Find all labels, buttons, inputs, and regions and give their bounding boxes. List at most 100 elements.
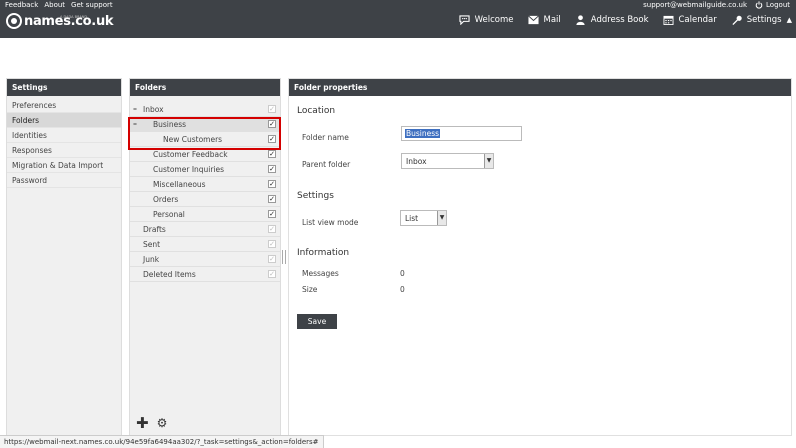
collapse-icon[interactable]: – [133, 104, 137, 113]
subscribe-checkbox[interactable]: ✓ [268, 195, 276, 203]
folder-label: Drafts [143, 225, 166, 234]
get-support-link[interactable]: Get support [71, 1, 113, 9]
subscribe-checkbox: ✓ [268, 270, 276, 278]
subscribe-checkbox[interactable]: ✓ [268, 150, 276, 158]
logo-mark-icon [6, 13, 22, 29]
person-icon [576, 15, 585, 25]
logout-label: Logout [766, 1, 790, 9]
chevron-down-icon: ▼ [437, 211, 446, 225]
folder-label: Sent [143, 240, 161, 249]
folder-label: Junk [143, 255, 160, 264]
chevron-up-icon: ▲ [786, 16, 792, 24]
nav-settings[interactable]: Settings ▲ [731, 15, 792, 25]
folder-row-orders[interactable]: Orders ✓ [130, 192, 280, 207]
account-area: support@webmailguide.co.uk Logout [643, 1, 790, 9]
top-links: Feedback About Get support [5, 1, 113, 9]
subscribe-checkbox: ✓ [268, 255, 276, 263]
nav-address-book[interactable]: Address Book [575, 15, 649, 25]
folder-name-input[interactable]: Business [401, 126, 522, 141]
settings-item-identities[interactable]: Identities [7, 128, 121, 143]
folder-row-inbox[interactable]: – Inbox ✓ [130, 102, 280, 117]
folders-panel-title: Folders [130, 79, 280, 96]
settings-item-responses[interactable]: Responses [7, 143, 121, 158]
folder-label: New Customers [163, 135, 223, 144]
nav-welcome[interactable]: Welcome [459, 15, 514, 25]
folder-row-customer-inquiries[interactable]: Customer Inquiries ✓ [130, 162, 280, 177]
nav-mail[interactable]: Mail [527, 15, 561, 25]
wrench-icon [732, 15, 742, 25]
folder-row-miscellaneous[interactable]: Miscellaneous ✓ [130, 177, 280, 192]
folder-row-personal[interactable]: Personal ✓ [130, 207, 280, 222]
folder-name-value: Business [405, 129, 441, 138]
folder-label: Deleted Items [143, 270, 196, 279]
mail-icon [527, 15, 539, 25]
settings-item-preferences[interactable]: Preferences [7, 98, 121, 113]
panel-splitter[interactable] [282, 250, 286, 264]
folder-row-deleted-items[interactable]: Deleted Items ✓ [130, 267, 280, 282]
folder-row-drafts[interactable]: Drafts ✓ [130, 222, 280, 237]
folder-list: – Inbox ✓ – Business ✓ New Customers ✓ C… [130, 102, 280, 282]
messages-value: 0 [400, 269, 405, 278]
nav-calendar-label: Calendar [678, 15, 717, 25]
nav-mail-label: Mail [543, 15, 561, 25]
folder-row-junk[interactable]: Junk ✓ [130, 252, 280, 267]
calendar-icon [663, 15, 673, 25]
account-email: support@webmailguide.co.uk [643, 1, 748, 9]
settings-item-password[interactable]: Password [7, 173, 121, 188]
folders-panel: Folders – Inbox ✓ – Business ✓ New Custo… [129, 78, 281, 436]
parent-folder-select[interactable]: Inbox ▼ [401, 153, 494, 169]
top-bar: Feedback About Get support support@webma… [0, 0, 796, 38]
folder-label: Miscellaneous [153, 180, 206, 189]
subscribe-checkbox[interactable]: ✓ [268, 210, 276, 218]
nav-settings-label: Settings [746, 15, 782, 25]
settings-item-migration[interactable]: Migration & Data Import [7, 158, 121, 173]
feedback-link[interactable]: Feedback [5, 1, 38, 9]
settings-list: Preferences Folders Identities Responses… [7, 98, 121, 188]
parent-folder-label: Parent folder [302, 160, 351, 169]
settings-item-folders[interactable]: Folders [7, 113, 121, 128]
subscribe-checkbox[interactable]: ✓ [268, 180, 276, 188]
folders-footer: ✚ ⚙ [136, 416, 168, 431]
folder-label: Customer Feedback [153, 150, 228, 159]
subscribe-checkbox: ✓ [268, 105, 276, 113]
logo-subtitle: A DADA BRAND [60, 15, 88, 19]
settings-heading: Settings [297, 191, 334, 201]
folder-row-new-customers[interactable]: New Customers ✓ [130, 132, 280, 147]
list-view-mode-value: List [405, 214, 419, 223]
information-heading: Information [297, 248, 350, 258]
nav-welcome-label: Welcome [474, 15, 514, 25]
about-link[interactable]: About [44, 1, 65, 9]
folder-label: Orders [153, 195, 179, 204]
power-icon [755, 1, 763, 9]
gear-icon[interactable]: ⚙ [157, 416, 168, 430]
folder-label: Business [153, 120, 187, 129]
nav-address-book-label: Address Book [590, 15, 649, 25]
save-button[interactable]: Save [297, 314, 337, 329]
logout-button[interactable]: Logout [755, 1, 790, 9]
subscribe-checkbox[interactable]: ✓ [268, 120, 276, 128]
subscribe-checkbox[interactable]: ✓ [268, 165, 276, 173]
main-nav: Welcome Mail Address Book Calendar Setti… [445, 15, 792, 25]
folder-name-label: Folder name [302, 133, 349, 142]
folder-label: Customer Inquiries [153, 165, 225, 174]
messages-label: Messages [302, 269, 339, 278]
folder-row-customer-feedback[interactable]: Customer Feedback ✓ [130, 147, 280, 162]
folder-row-sent[interactable]: Sent ✓ [130, 237, 280, 252]
folder-properties-title: Folder properties [289, 79, 791, 96]
parent-folder-value: Inbox [406, 157, 427, 166]
folder-label: Personal [153, 210, 185, 219]
subscribe-checkbox[interactable]: ✓ [268, 135, 276, 143]
settings-panel: Settings Preferences Folders Identities … [6, 78, 122, 436]
list-view-mode-label: List view mode [302, 218, 359, 227]
list-view-mode-select[interactable]: List ▼ [400, 210, 447, 226]
folder-row-business[interactable]: – Business ✓ [130, 117, 280, 132]
location-heading: Location [297, 106, 336, 116]
subscribe-checkbox: ✓ [268, 240, 276, 248]
add-folder-icon[interactable]: ✚ [136, 416, 149, 431]
size-value: 0 [400, 285, 405, 294]
collapse-icon[interactable]: – [133, 119, 137, 128]
nav-calendar[interactable]: Calendar [663, 15, 717, 25]
chevron-down-icon: ▼ [484, 154, 493, 168]
subscribe-checkbox: ✓ [268, 225, 276, 233]
status-bar-url: https://webmail-next.names.co.uk/94e59fa… [0, 435, 324, 448]
